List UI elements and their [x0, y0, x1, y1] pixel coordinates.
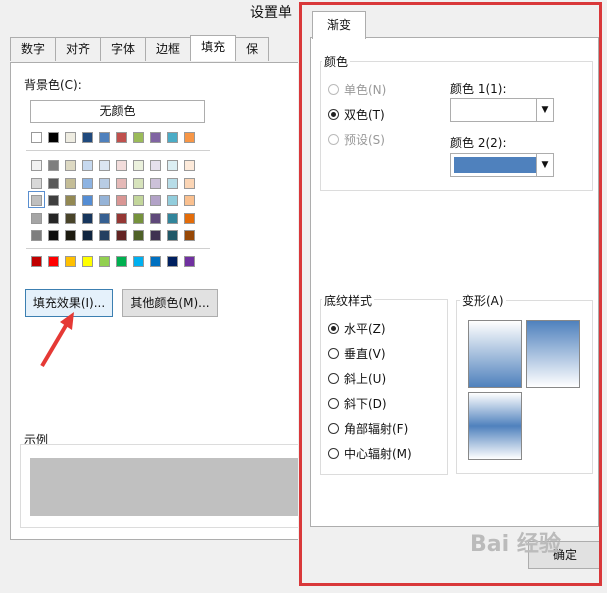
dialog-title: 设置单 [250, 5, 292, 21]
theme-shade-swatch[interactable] [167, 230, 178, 241]
theme-shade-swatch[interactable] [48, 160, 59, 171]
theme-shade-swatch[interactable] [150, 230, 161, 241]
theme-shade-swatch[interactable] [82, 177, 93, 189]
theme-shade-swatch[interactable] [150, 195, 161, 206]
tab-font[interactable]: 字体 [100, 37, 147, 61]
theme-shade-swatch[interactable] [133, 212, 144, 224]
theme-shade-swatch[interactable] [65, 195, 76, 206]
theme-shade-swatch[interactable] [150, 160, 161, 171]
theme-shade-swatch[interactable] [150, 177, 161, 189]
tab-bar: 数字 对齐 字体 边框 填充 保 [10, 35, 270, 62]
theme-shade-swatch[interactable] [133, 177, 144, 189]
theme-shade-swatch[interactable] [133, 230, 144, 241]
standard-color-swatch[interactable] [65, 256, 76, 267]
theme-shade-swatch[interactable] [116, 212, 127, 224]
standard-color-swatch[interactable] [167, 256, 178, 267]
theme-shade-swatch[interactable] [167, 212, 178, 224]
theme-shade-swatch[interactable] [82, 230, 93, 241]
no-color-button[interactable]: 无颜色 [30, 100, 205, 123]
theme-top-swatch[interactable] [31, 132, 42, 143]
other-colors-button[interactable]: 其他颜色(M)... [122, 289, 218, 317]
theme-top-swatch[interactable] [82, 132, 93, 143]
selected-swatch-highlight [28, 191, 45, 208]
theme-shade-swatch[interactable] [116, 177, 127, 189]
theme-shade-swatch[interactable] [48, 230, 59, 241]
theme-shade-swatch[interactable] [31, 230, 42, 241]
theme-shade-swatch[interactable] [31, 177, 42, 189]
theme-shade-swatch[interactable] [48, 212, 59, 224]
theme-shade-swatch[interactable] [184, 212, 195, 224]
tab-fill[interactable]: 填充 [190, 35, 237, 61]
theme-shade-swatch[interactable] [65, 177, 76, 189]
tab-alignment[interactable]: 对齐 [55, 37, 102, 61]
theme-shade-swatch[interactable] [65, 160, 76, 171]
theme-shade-swatch[interactable] [150, 212, 161, 224]
theme-shade-swatch[interactable] [99, 195, 110, 206]
theme-shade-swatch[interactable] [167, 160, 178, 171]
theme-top-swatch[interactable] [150, 132, 161, 143]
theme-top-swatch[interactable] [65, 132, 76, 143]
theme-shade-swatch[interactable] [133, 160, 144, 171]
standard-color-swatch[interactable] [133, 256, 144, 267]
standard-color-swatch[interactable] [150, 256, 161, 267]
theme-shade-swatch[interactable] [184, 230, 195, 241]
theme-shade-swatch[interactable] [31, 212, 42, 224]
standard-color-swatch[interactable] [48, 256, 59, 267]
background-color-label: 背景色(C): [24, 78, 82, 92]
theme-shade-swatch[interactable] [116, 195, 127, 206]
theme-shade-swatch[interactable] [99, 160, 110, 171]
theme-shade-swatch[interactable] [184, 160, 195, 171]
theme-shade-swatch[interactable] [99, 177, 110, 189]
theme-top-swatch[interactable] [184, 132, 195, 143]
theme-shade-swatch[interactable] [65, 212, 76, 224]
theme-shade-swatch[interactable] [82, 160, 93, 171]
theme-shade-swatch[interactable] [82, 195, 93, 206]
theme-top-swatch[interactable] [116, 132, 127, 143]
theme-shade-swatch[interactable] [65, 230, 76, 241]
theme-shade-swatch[interactable] [116, 230, 127, 241]
theme-shade-swatch[interactable] [167, 195, 178, 206]
palette-divider [26, 248, 210, 249]
watermark: Bai 经验 [470, 532, 561, 557]
palette-divider [26, 150, 210, 151]
standard-color-swatch[interactable] [31, 256, 42, 267]
theme-top-swatch[interactable] [48, 132, 59, 143]
standard-color-swatch[interactable] [99, 256, 110, 267]
theme-shade-swatch[interactable] [116, 160, 127, 171]
theme-shade-swatch[interactable] [48, 177, 59, 189]
theme-shade-swatch[interactable] [133, 195, 144, 206]
theme-top-swatch[interactable] [167, 132, 178, 143]
standard-color-swatch[interactable] [116, 256, 127, 267]
highlight-frame [299, 2, 602, 586]
theme-shade-swatch[interactable] [184, 177, 195, 189]
theme-top-swatch[interactable] [99, 132, 110, 143]
theme-shade-swatch[interactable] [48, 195, 59, 206]
tab-protection[interactable]: 保 [235, 37, 270, 61]
standard-color-swatch[interactable] [82, 256, 93, 267]
theme-shade-swatch[interactable] [99, 230, 110, 241]
theme-shade-swatch[interactable] [82, 212, 93, 224]
theme-shade-swatch[interactable] [31, 160, 42, 171]
example-preview [30, 458, 300, 516]
theme-top-swatch[interactable] [133, 132, 144, 143]
theme-shade-swatch[interactable] [184, 195, 195, 206]
theme-shade-swatch[interactable] [99, 212, 110, 224]
tab-number[interactable]: 数字 [10, 37, 57, 61]
red-arrow-icon [40, 312, 74, 368]
theme-shade-swatch[interactable] [167, 177, 178, 189]
standard-color-swatch[interactable] [184, 256, 195, 267]
tab-border[interactable]: 边框 [145, 37, 192, 61]
